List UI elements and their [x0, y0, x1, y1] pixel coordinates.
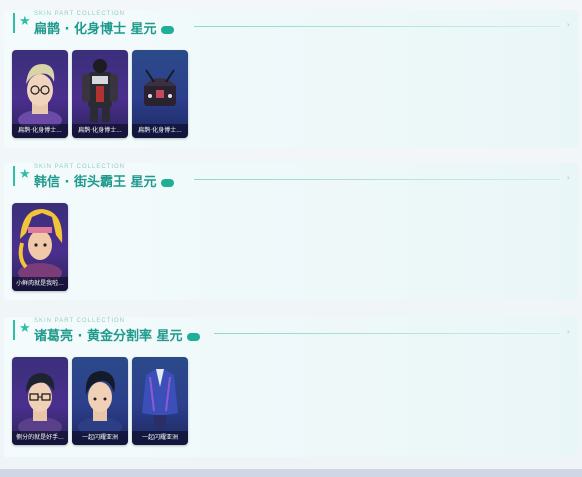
card-label: 扁鹊·化身博士...	[132, 124, 188, 138]
section-divider	[214, 333, 560, 334]
section-title-text: 诸葛亮 · 黄金分割率 星元	[34, 329, 183, 344]
blue-jacket-outfit-icon	[142, 369, 178, 429]
avatar-head-blonde-glasses-icon	[18, 64, 62, 126]
skin-part-card[interactable]: 一起闪耀亚洲	[132, 357, 188, 445]
section-subtitle: SKIN PART COLLECTION	[34, 164, 126, 170]
star-icon: ★	[19, 14, 31, 29]
section-title: 诸葛亮 · 黄金分割率 星元	[34, 325, 200, 344]
card-label: 侧分的就是好手...	[12, 431, 68, 445]
skin-part-card[interactable]: 扁鹊·化身博士...	[72, 50, 128, 138]
skin-section-zhugeliang: ★ SKIN PART COLLECTION 诸葛亮 · 黄金分割率 星元 › …	[4, 317, 578, 457]
chevron-right-icon[interactable]: ›	[567, 327, 570, 336]
treasure-chest-dark-icon	[144, 69, 176, 106]
card-label: 一起闪耀亚洲	[72, 431, 128, 445]
card-row: 侧分的就是好手... 一起闪耀亚洲 一起闪耀亚洲	[12, 357, 188, 445]
section-title-text: 扁鹊 · 化身博士 星元	[34, 22, 157, 37]
section-subtitle: SKIN PART COLLECTION	[34, 318, 126, 324]
card-label: 一起闪耀亚洲	[132, 431, 188, 445]
skin-part-card[interactable]: 扁鹊·化身博士...	[132, 50, 188, 138]
star-icon: ★	[19, 321, 31, 336]
card-row: 扁鹊·化身博士... 扁鹊·化身博士... 扁鹊·化身博士...	[12, 50, 188, 138]
skin-part-card[interactable]: 扁鹊·化身博士...	[12, 50, 68, 138]
skin-part-card[interactable]: 一起闪耀亚洲	[72, 357, 128, 445]
skin-part-card[interactable]: 侧分的就是好手...	[12, 357, 68, 445]
toggle-pill-icon[interactable]	[160, 25, 174, 34]
section-accent-bar	[13, 13, 15, 33]
section-divider	[194, 179, 560, 180]
avatar-head-yellow-crest-icon	[18, 209, 63, 279]
section-accent-bar	[13, 166, 15, 186]
bottom-border	[0, 469, 582, 477]
armor-suit-dark-icon	[82, 59, 118, 122]
card-label: 扁鹊·化身博士...	[72, 124, 128, 138]
section-accent-bar	[13, 320, 15, 340]
avatar-head-dark-hair-icon	[78, 371, 122, 433]
toggle-pill-icon[interactable]	[186, 332, 200, 341]
card-label: 扁鹊·化身博士...	[12, 124, 68, 138]
card-row: 小鲜肉就是我啦...	[12, 203, 68, 291]
card-label: 小鲜肉就是我啦...	[12, 277, 68, 291]
section-title-text: 韩信 · 街头霸王 星元	[34, 175, 157, 190]
section-subtitle: SKIN PART COLLECTION	[34, 11, 126, 17]
section-title: 韩信 · 街头霸王 星元	[34, 171, 174, 190]
toggle-pill-icon[interactable]	[160, 178, 174, 187]
chevron-right-icon[interactable]: ›	[567, 173, 570, 182]
collection-page: ★ SKIN PART COLLECTION 扁鹊 · 化身博士 星元 › 扁鹊…	[0, 0, 582, 477]
skin-section-bianque: ★ SKIN PART COLLECTION 扁鹊 · 化身博士 星元 › 扁鹊…	[4, 10, 578, 148]
section-title: 扁鹊 · 化身博士 星元	[34, 18, 174, 37]
avatar-head-glasses-icon	[18, 373, 62, 433]
star-icon: ★	[19, 167, 31, 182]
chevron-right-icon[interactable]: ›	[567, 20, 570, 29]
skin-section-hanxin: ★ SKIN PART COLLECTION 韩信 · 街头霸王 星元 › 小鲜…	[4, 163, 578, 300]
section-divider	[194, 26, 560, 27]
skin-part-card[interactable]: 小鲜肉就是我啦...	[12, 203, 68, 291]
